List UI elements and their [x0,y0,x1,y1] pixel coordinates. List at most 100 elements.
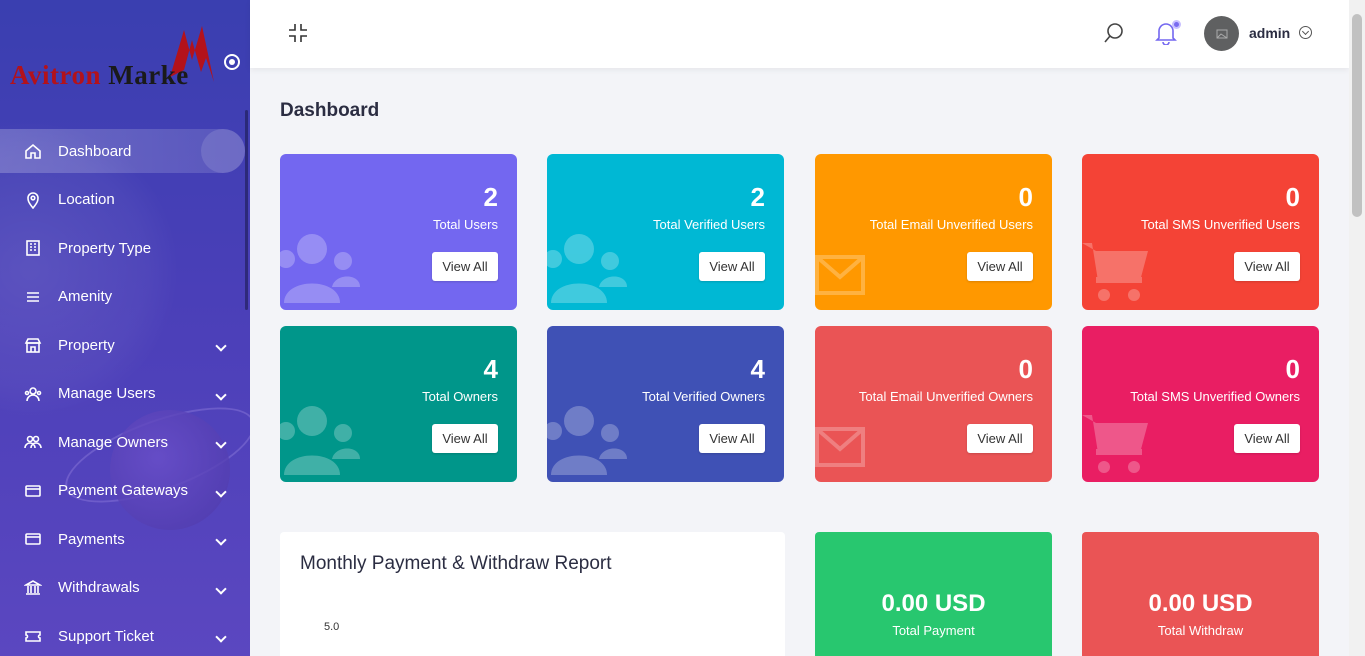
top-header: admin [250,0,1349,68]
logo-text-b: Marke [108,60,189,90]
stat-card-total-email-unverified-users: 0 Total Email Unverified Users View All [815,154,1052,310]
chart-y-tick: 5.0 [324,621,340,633]
stat-value: 2 [483,182,498,212]
sidebar-item-payment-gateways[interactable]: Payment Gateways [0,467,250,516]
chevron-down-icon[interactable] [215,583,227,595]
sidebar-item-withdrawals[interactable]: Withdrawals [0,564,250,613]
total-payment-label: Total Payment [892,623,975,638]
total-withdraw-label: Total Withdraw [1157,623,1244,638]
card-background-icon [547,405,627,480]
chevron-down-icon[interactable] [215,486,227,498]
sidebar-item-label: Manage Owners [58,433,169,451]
user-group-icon [24,433,42,451]
sidebar-item-payments[interactable]: Payments [0,515,250,564]
sidebar-item-label: Dashboard [58,142,132,160]
total-payment-amount: 0.00 USD [881,590,986,617]
chevron-down-icon[interactable] [215,437,227,449]
home-icon [24,142,42,160]
sidebar-item-manage-owners[interactable]: Manage Owners [0,418,250,467]
sidebar-item-manage-users[interactable]: Manage Users [0,370,250,419]
sidebar-nav: Dashboard Location Property Type Amenity Pro… [0,127,250,656]
store-icon [24,336,42,354]
page-scrollbar[interactable] [1349,0,1365,656]
building-icon [24,239,42,257]
chevron-down-icon[interactable] [215,340,227,352]
card-background-icon [547,233,627,308]
sidebar-item-label: Manage Users [58,385,156,403]
stat-value: 0 [1018,182,1033,212]
bank-icon [24,579,42,597]
sidebar-toggle[interactable] [224,54,240,70]
chevron-down-icon[interactable] [215,389,227,401]
chevron-down-icon[interactable] [215,631,227,643]
users-cog-icon [24,385,42,403]
sidebar-item-label: Property [58,336,115,354]
monthly-report-card: Monthly Payment & Withdraw Report 5.0 [280,532,785,656]
notification-badge [1172,20,1181,29]
sidebar-item-label: Location [58,191,115,209]
sidebar: Avitron Marke Dashboard Location Property … [0,0,250,656]
page-title: Dashboard [280,100,380,121]
users-icon [280,234,360,303]
stat-card-total-users: 2 Total Users View All [280,154,517,310]
active-highlight [201,129,245,173]
stat-value: 0 [1285,182,1300,212]
card-background-icon [1082,237,1152,310]
sidebar-item-amenity[interactable]: Amenity [0,273,250,322]
user-name[interactable]: admin [1249,25,1290,41]
stat-card-total-sms-unverified-owners: 0 Total SMS Unverified Owners View All [1082,326,1319,482]
stat-value: 0 [1018,354,1033,384]
stat-label: Total Email Unverified Owners [858,389,1033,404]
sidebar-item-support-ticket[interactable]: Support Ticket [0,612,250,656]
view-all-button[interactable]: View All [967,424,1033,453]
credit-card-icon [24,530,42,548]
sidebar-item-property[interactable]: Property [0,321,250,370]
view-all-button[interactable]: View All [432,424,498,453]
total-withdraw-amount: 0.00 USD [1148,590,1253,617]
avatar-image-icon [1216,29,1227,38]
logo-text: Avitron Marke [10,60,189,91]
view-all-button[interactable]: View All [967,252,1033,281]
search-icon[interactable] [1103,22,1125,44]
view-all-button[interactable]: View All [699,252,765,281]
sidebar-item-location[interactable]: Location [0,176,250,225]
view-all-button[interactable]: View All [432,252,498,281]
stat-value: 0 [1285,354,1300,384]
page-scrollbar-thumb[interactable] [1352,14,1362,217]
view-all-button[interactable]: View All [1234,424,1300,453]
stat-label: Total Owners [422,389,498,404]
view-all-button[interactable]: View All [699,424,765,453]
stat-card-total-verified-users: 2 Total Verified Users View All [547,154,784,310]
notification-bell-icon[interactable] [1155,20,1181,46]
sidebar-item-label: Support Ticket [58,627,154,645]
sidebar-item-dashboard[interactable]: Dashboard [0,129,245,173]
stat-label: Total SMS Unverified Users [1141,217,1300,232]
total-withdraw-card: 0.00 USD Total Withdraw [1082,532,1319,656]
stat-label: Total Email Unverified Users [869,217,1033,232]
card-background-icon [1082,409,1152,482]
sidebar-item-label: Payments [58,530,125,548]
sidebar-item-label: Withdrawals [58,579,140,597]
collapse-icon[interactable] [288,23,308,43]
sidebar-item-label: Property Type [58,239,152,257]
stat-card-total-owners: 4 Total Owners View All [280,326,517,482]
chevron-down-icon[interactable] [215,534,227,546]
stat-card-total-verified-owners: 4 Total Verified Owners View All [547,326,784,482]
sidebar-item-label: Amenity [58,288,113,306]
stat-card-total-sms-unverified-users: 0 Total SMS Unverified Users View All [1082,154,1319,310]
total-payment-card: 0.00 USD Total Payment [815,532,1052,656]
chevron-down-icon[interactable] [1299,26,1312,39]
stat-label: Total SMS Unverified Owners [1130,389,1300,404]
view-all-button[interactable]: View All [1234,252,1300,281]
sidebar-item-label: Payment Gateways [58,482,189,500]
sidebar-item-property-type[interactable]: Property Type [0,224,250,273]
users-icon [547,234,627,303]
report-title: Monthly Payment & Withdraw Report [300,553,612,574]
stat-label: Total Verified Users [653,217,765,232]
cart-icon [1082,243,1148,301]
card-background-icon [280,233,360,308]
cart-icon [1082,415,1148,473]
card-background-icon [815,425,867,474]
brand-logo[interactable]: Avitron Marke [10,22,220,92]
avatar[interactable] [1204,16,1239,51]
